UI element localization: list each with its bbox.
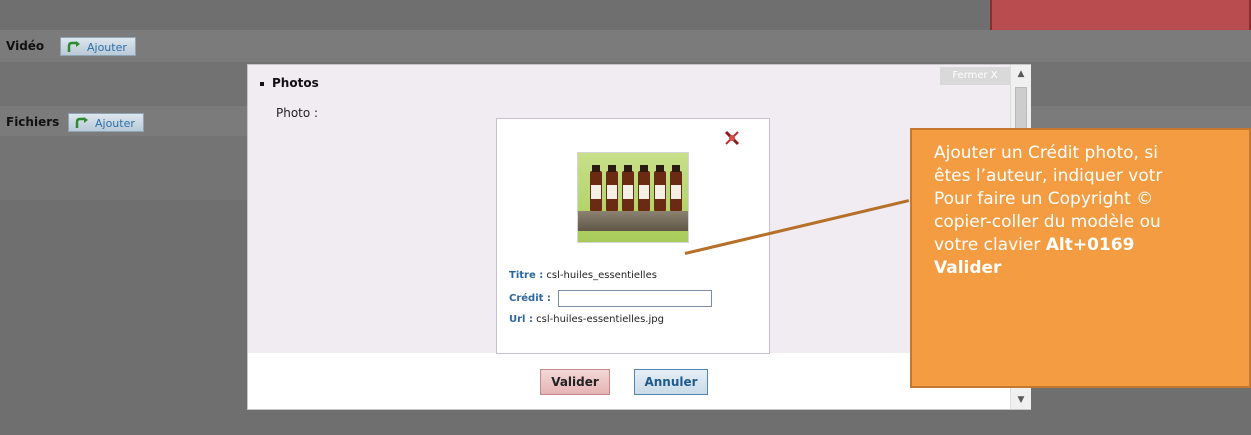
callout-line: copier-coller du modèle ou — [934, 212, 1161, 232]
title-value: csl-huiles_essentielles — [546, 270, 657, 281]
bullet-icon — [260, 81, 264, 86]
section-title-text: Photos — [272, 76, 319, 90]
files-add-button[interactable]: Ajouter — [68, 113, 144, 132]
url-field: Url : csl-huiles-essentielles.jpg — [509, 314, 664, 325]
photo-card: Titre : csl-huiles_essentielles Crédit :… — [496, 118, 770, 354]
video-add-label: Ajouter — [87, 41, 127, 54]
credit-key: Crédit : — [509, 293, 551, 304]
dialog-footer — [248, 353, 1010, 409]
validate-button[interactable]: Valider — [540, 369, 610, 395]
add-arrow-icon — [75, 117, 88, 128]
cancel-button[interactable]: Annuler — [634, 369, 708, 395]
scroll-up-icon[interactable]: ▲ — [1011, 65, 1031, 83]
callout-line: votre clavier Alt+0169 — [934, 234, 1249, 257]
title-key: Titre : — [509, 270, 544, 281]
video-row: Vidéo Ajouter — [0, 30, 1251, 62]
title-field: Titre : csl-huiles_essentielles — [509, 270, 657, 281]
callout-line: Pour faire un Copyright © — [934, 189, 1154, 209]
url-value: csl-huiles-essentielles.jpg — [536, 314, 664, 325]
callout-line: êtes l’auteur, indiquer votr — [934, 166, 1163, 186]
callout-validate: Valider — [934, 258, 1002, 278]
video-add-button[interactable]: Ajouter — [60, 37, 136, 56]
url-key: Url : — [509, 314, 533, 325]
credit-field-label: Crédit : — [509, 293, 551, 304]
photo-thumbnail — [577, 152, 689, 243]
files-label: Fichiers — [6, 115, 60, 129]
callout-line-prefix: votre clavier — [934, 235, 1046, 255]
callout-shortcut: Alt+0169 — [1045, 235, 1135, 255]
instruction-callout: Ajouter un Crédit photo, si êtes l’auteu… — [910, 128, 1251, 388]
files-add-label: Ajouter — [95, 117, 135, 130]
photo-label: Photo : — [276, 106, 319, 120]
section-title: Photos — [260, 76, 319, 90]
remove-pin-icon[interactable] — [723, 129, 741, 147]
video-label: Vidéo — [6, 39, 45, 53]
add-arrow-icon — [67, 41, 80, 52]
close-button[interactable]: Fermer X — [940, 67, 1010, 85]
credit-input[interactable] — [558, 290, 712, 307]
scroll-down-icon[interactable]: ▼ — [1011, 391, 1031, 409]
callout-line: Ajouter un Crédit photo, si — [934, 143, 1158, 163]
